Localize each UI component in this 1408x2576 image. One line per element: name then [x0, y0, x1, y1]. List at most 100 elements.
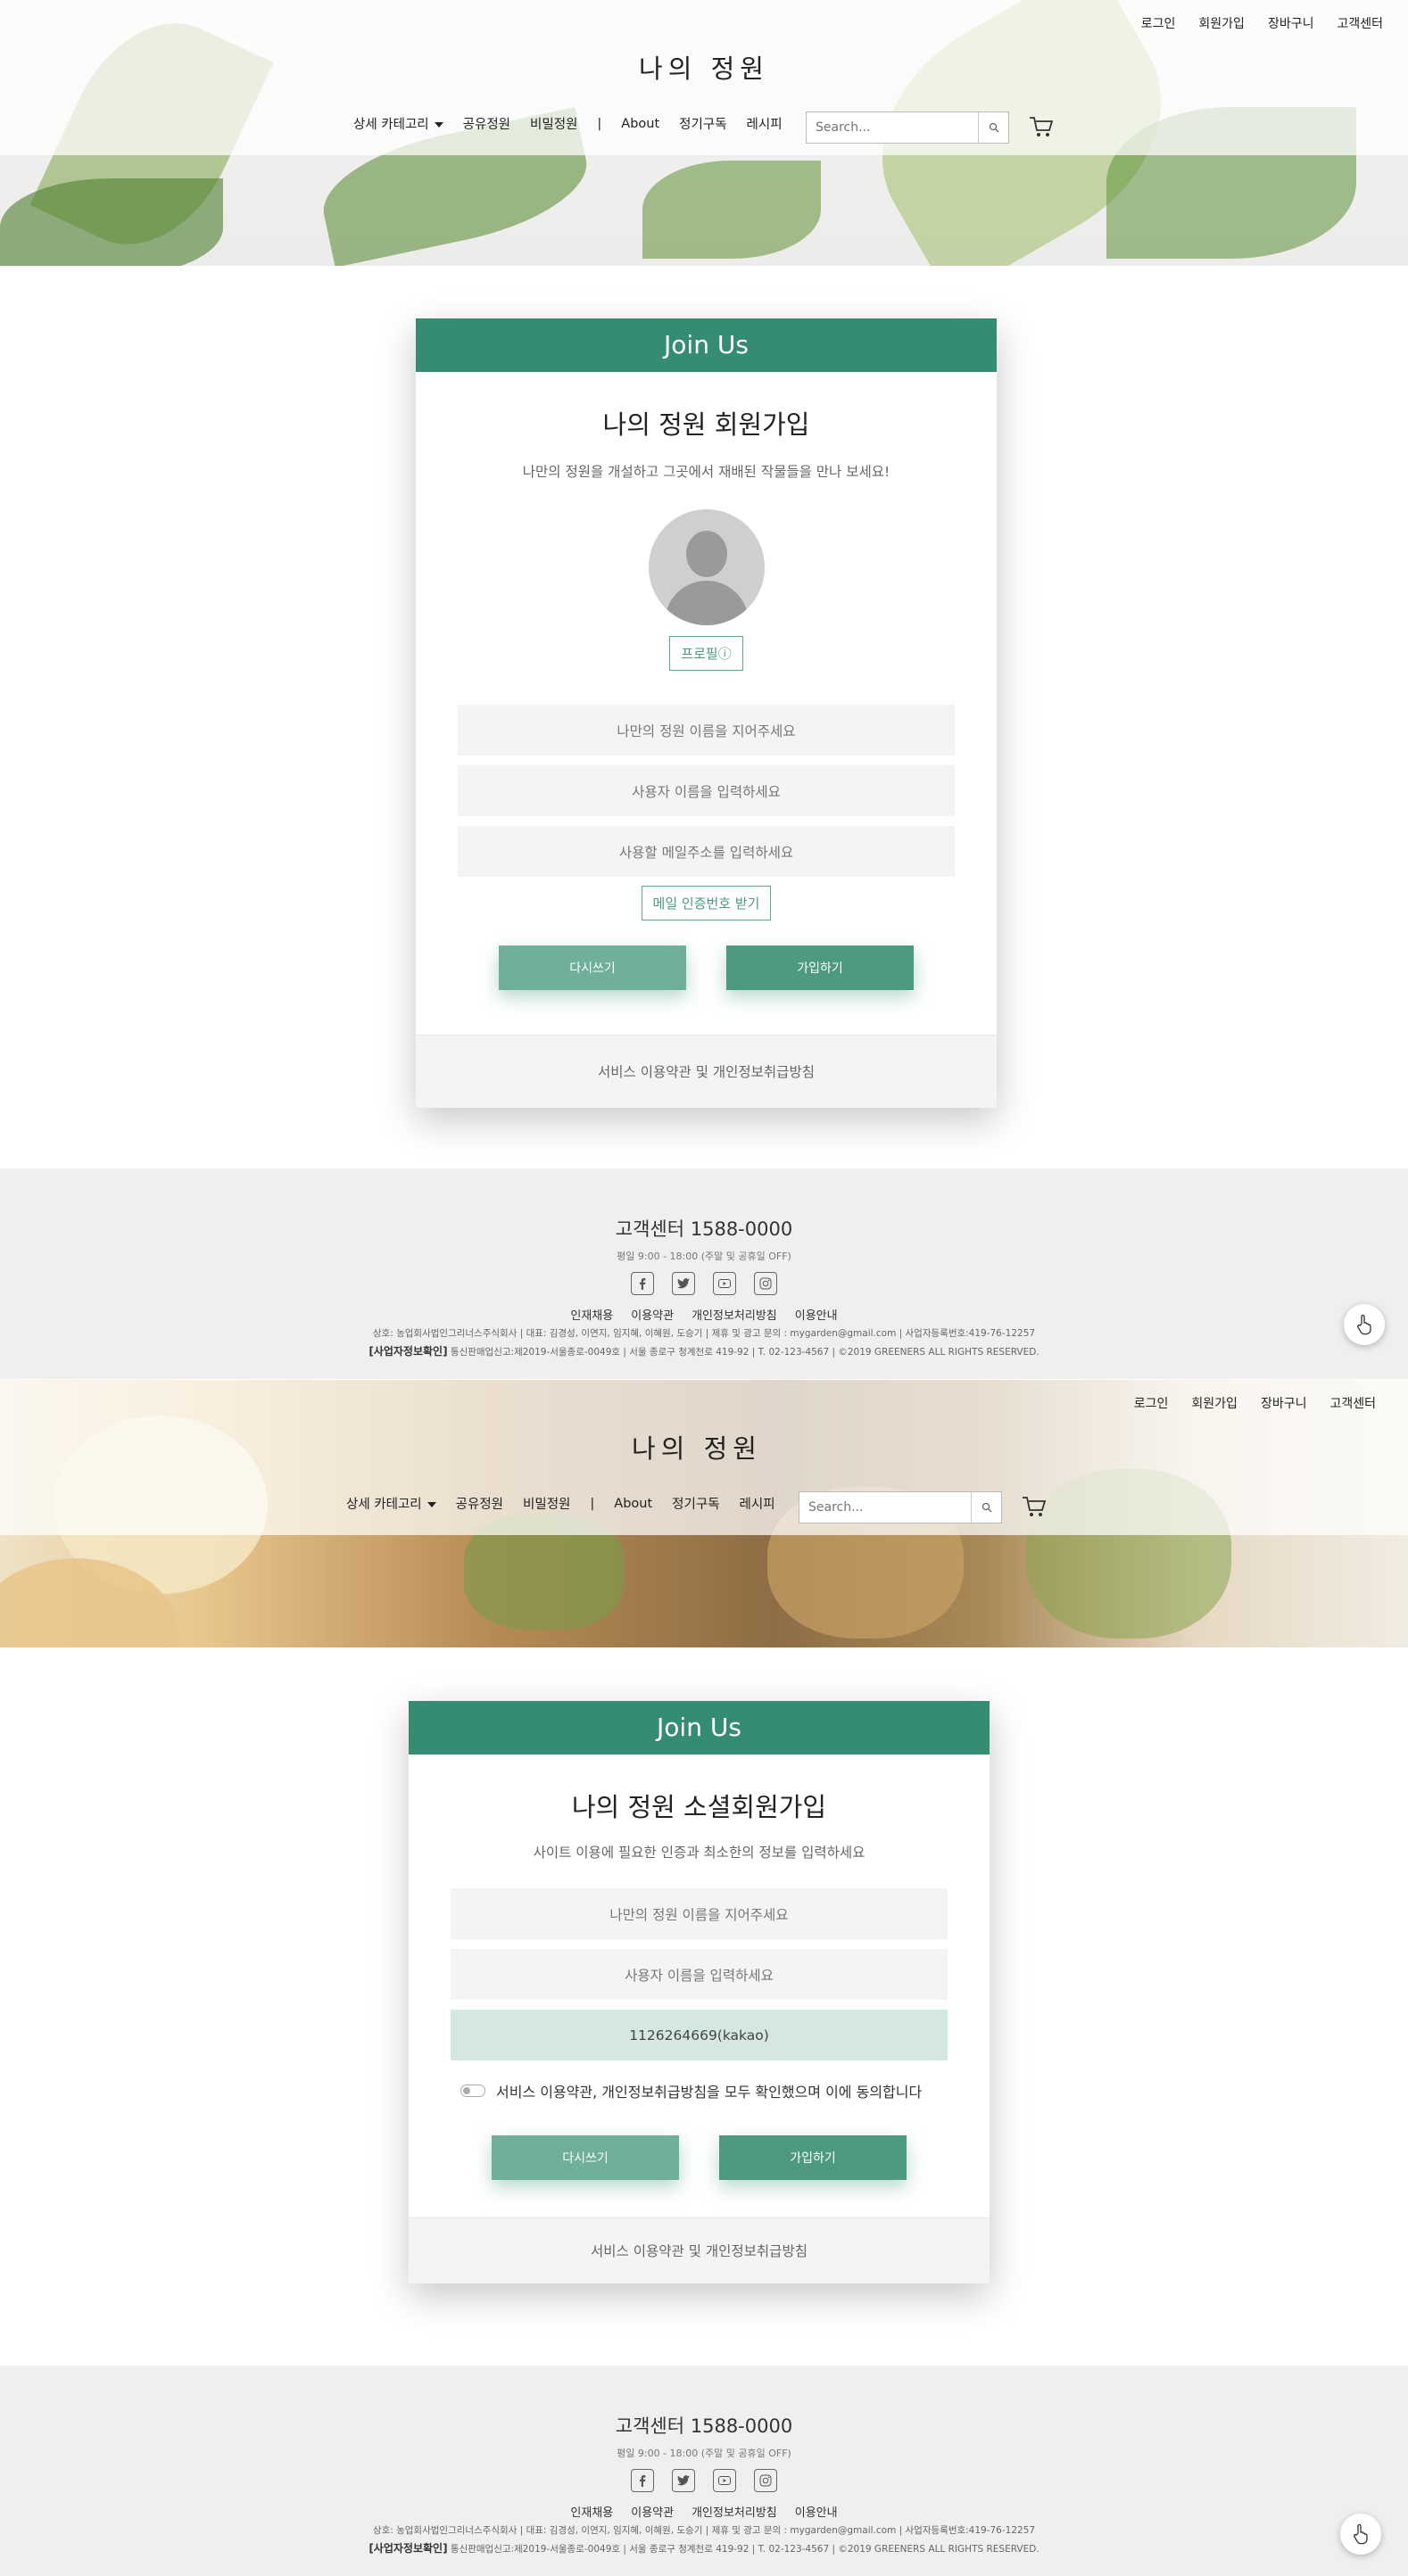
footer-phone: 고객센터 1588-0000 — [615, 2415, 793, 2437]
nav-item-recipe[interactable]: 레시피 — [740, 1494, 775, 1513]
cart-link[interactable]: 장바구니 — [1261, 1394, 1307, 1412]
floating-help-button[interactable] — [1340, 2514, 1381, 2555]
cart-button[interactable] — [1021, 1494, 1048, 1523]
hero-banner-herbs: 로그인 회원가입 장바구니 고객센터 나의 정원 상세 카테고리 공유정원 비밀… — [0, 0, 1408, 266]
twitter-icon[interactable] — [672, 2469, 695, 2492]
footer-hours: 평일 9:00 - 18:00 (주말 및 공휴일 OFF) — [617, 1251, 791, 1262]
profile-avatar[interactable] — [648, 509, 765, 625]
nav-item-category[interactable]: 상세 카테고리 — [346, 1494, 436, 1513]
search-box — [799, 1491, 1002, 1523]
customer-center-link[interactable]: 고객센터 — [1329, 1394, 1376, 1412]
terms-link[interactable]: 서비스 이용약관 및 개인정보취급방침 — [416, 1035, 997, 1108]
instagram-icon[interactable] — [754, 2469, 777, 2492]
nav-item-subscription[interactable]: 정기구독 — [679, 114, 726, 133]
footer-link-careers[interactable]: 인재채용 — [570, 2503, 613, 2520]
youtube-icon[interactable] — [713, 1272, 736, 1295]
search-box — [806, 111, 1009, 144]
nav-separator: | — [597, 116, 602, 131]
business-info-text: 통신판매업신고:제2019-서울종로-0049호 | 서울 종로구 청계천로 4… — [450, 1347, 1039, 1358]
business-info-label[interactable]: [사업자정보확인] — [369, 1345, 447, 1358]
main-nav: 상세 카테고리 공유정원 비밀정원 | About 정기구독 레시피 — [353, 114, 802, 133]
join-button[interactable]: 가입하기 — [719, 2135, 907, 2180]
site-logo[interactable]: 나의 정원 — [0, 48, 1408, 86]
nav-item-category[interactable]: 상세 카테고리 — [353, 114, 443, 133]
floating-help-button[interactable] — [1344, 1304, 1385, 1345]
footer-phone: 고객센터 1588-0000 — [615, 1218, 793, 1240]
twitter-icon[interactable] — [672, 1272, 695, 1295]
terms-link[interactable]: 서비스 이용약관 및 개인정보취급방침 — [409, 2217, 990, 2283]
social-links — [0, 2469, 1408, 2492]
card-header: Join Us — [409, 1701, 990, 1754]
register-link[interactable]: 회원가입 — [1198, 14, 1245, 32]
business-info-label[interactable]: [사업자정보확인] — [369, 2542, 447, 2555]
nav-item-subscription[interactable]: 정기구독 — [672, 1494, 719, 1513]
site-logo[interactable]: 나의 정원 — [0, 1428, 1401, 1466]
instagram-icon[interactable] — [754, 1272, 777, 1295]
join-button[interactable]: 가입하기 — [726, 945, 914, 990]
search-input[interactable] — [807, 112, 978, 143]
herb-decoration — [0, 178, 223, 266]
signup-subtitle: 나만의 정원을 개설하고 그곳에서 재배된 작물들을 만나 보세요! — [522, 464, 890, 480]
caret-down-icon — [427, 1502, 436, 1507]
footer-link-terms[interactable]: 이용약관 — [631, 2503, 674, 2520]
youtube-icon[interactable] — [713, 2469, 736, 2492]
signup-actions: 다시쓰기 가입하기 — [409, 2135, 990, 2180]
social-signup-subtitle: 사이트 이용에 필요한 인증과 최소한의 정보를 입력하세요 — [533, 1845, 866, 1861]
social-links — [0, 1272, 1408, 1295]
nav-item-about[interactable]: About — [614, 1497, 652, 1511]
user-name-field[interactable]: 사용자 이름을 입력하세요 — [451, 1949, 948, 2000]
top-links: 로그인 회원가입 장바구니 고객센터 — [1141, 14, 1383, 32]
verify-email-button[interactable]: 메일 인증번호 받기 — [641, 886, 772, 921]
search-icon — [981, 1502, 991, 1513]
search-button[interactable] — [978, 112, 1008, 143]
consent-row[interactable]: 서비스 이용약관, 개인정보취급방침을 모두 확인했으며 이에 동의합니다 — [460, 2080, 990, 2101]
footer-hours: 평일 9:00 - 18:00 (주말 및 공휴일 OFF) — [617, 2448, 791, 2459]
business-info-text: 통신판매업신고:제2019-서울종로-0049호 | 서울 종로구 청계천로 4… — [450, 2544, 1039, 2555]
login-link[interactable]: 로그인 — [1141, 14, 1176, 32]
customer-center-link[interactable]: 고객센터 — [1337, 14, 1383, 32]
garden-name-field[interactable]: 나만의 정원 이름을 지어주세요 — [458, 705, 955, 755]
footer-links: 인재채용 이용약관 개인정보처리방침 이용안내 — [0, 1306, 1408, 1323]
cart-icon — [1023, 1497, 1047, 1516]
reset-button[interactable]: 다시쓰기 — [499, 945, 686, 990]
nav-item-recipe[interactable]: 레시피 — [747, 114, 783, 133]
footer-link-guide[interactable]: 이용안내 — [795, 2503, 838, 2520]
footer-link-careers[interactable]: 인재채용 — [570, 1306, 613, 1323]
nav-separator: | — [590, 1496, 595, 1511]
garden-name-field[interactable]: 나만의 정원 이름을 지어주세요 — [451, 1888, 948, 1939]
login-link[interactable]: 로그인 — [1134, 1394, 1169, 1412]
search-input[interactable] — [799, 1492, 971, 1523]
signup-title: 나의 정원 회원가입 — [602, 409, 810, 440]
consent-label: 서비스 이용약관, 개인정보취급방침을 모두 확인했으며 이에 동의합니다 — [496, 2084, 923, 2101]
cart-button[interactable] — [1028, 114, 1055, 143]
nav-item-shared-garden[interactable]: 공유정원 — [463, 114, 510, 133]
facebook-icon[interactable] — [631, 1272, 654, 1295]
footer-link-terms[interactable]: 이용약관 — [631, 1306, 674, 1323]
cart-link[interactable]: 장바구니 — [1268, 14, 1314, 32]
footer-link-guide[interactable]: 이용안내 — [795, 1306, 838, 1323]
nav-item-secret-garden[interactable]: 비밀정원 — [530, 114, 577, 133]
social-id-field[interactable]: 1126264669(kakao) — [451, 2010, 948, 2060]
site-footer: 고객센터 1588-0000 평일 9:00 - 18:00 (주말 및 공휴일… — [0, 1168, 1408, 1379]
card-header: Join Us — [416, 318, 997, 372]
footer-link-privacy[interactable]: 개인정보처리방침 — [692, 1306, 777, 1323]
main-nav: 상세 카테고리 공유정원 비밀정원 | About 정기구독 레시피 — [346, 1494, 795, 1513]
cart-icon — [1030, 117, 1054, 136]
nav-item-shared-garden[interactable]: 공유정원 — [456, 1494, 503, 1513]
consent-toggle[interactable] — [460, 2085, 485, 2097]
profile-button[interactable]: 프로필ⓘ — [669, 636, 743, 671]
footer-link-privacy[interactable]: 개인정보처리방침 — [692, 2503, 777, 2520]
user-name-field[interactable]: 사용자 이름을 입력하세요 — [458, 765, 955, 816]
herb-decoration — [642, 161, 821, 259]
company-info: 상호: 농업회사법인그리너스주식회사 | 대표: 김경성, 이연지, 임지혜, … — [372, 2525, 1036, 2536]
reset-button[interactable]: 다시쓰기 — [492, 2135, 679, 2180]
nav-item-secret-garden[interactable]: 비밀정원 — [523, 1494, 570, 1513]
nav-item-about[interactable]: About — [621, 117, 659, 131]
business-info: [사업자정보확인] 통신판매업신고:제2019-서울종로-0049호 | 서울 … — [0, 1343, 1408, 1358]
register-link[interactable]: 회원가입 — [1191, 1394, 1238, 1412]
search-button[interactable] — [971, 1492, 1001, 1523]
facebook-icon[interactable] — [631, 2469, 654, 2492]
email-field[interactable]: 사용할 메일주소를 입력하세요 — [458, 826, 955, 877]
hand-pointer-icon — [1354, 2523, 1368, 2545]
caret-down-icon — [434, 122, 443, 128]
